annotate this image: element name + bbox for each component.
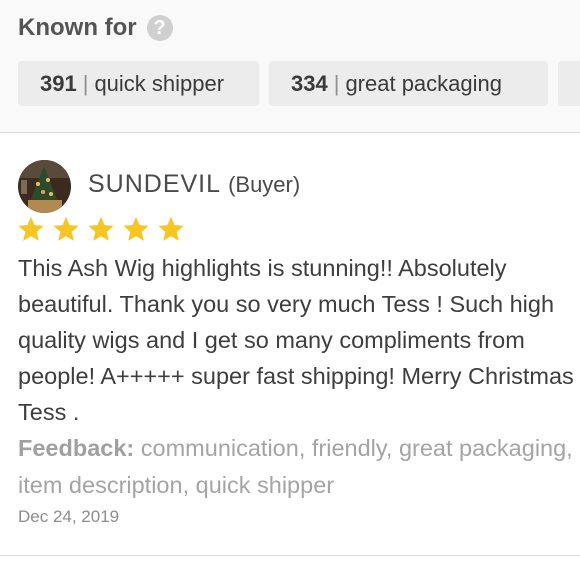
tag-count: 334 — [291, 70, 328, 96]
tag-separator: | — [333, 70, 340, 96]
review-date: Dec 24, 2019 — [18, 507, 120, 526]
section-divider — [0, 132, 580, 133]
star-icon — [18, 216, 44, 241]
star-icon — [53, 216, 79, 241]
reviewer-role: (Buyer) — [228, 172, 301, 197]
review-text: This Ash Wig highlights is stunning!! Ab… — [18, 255, 574, 425]
username[interactable]: SUNDEVIL — [88, 170, 220, 198]
reviewer-name[interactable]: SUNDEVIL (Buyer) — [88, 170, 300, 199]
known-for-tag-partial[interactable] — [558, 61, 580, 106]
known-for-section: Known for ? 391 | quick shipper 334 | gr… — [0, 0, 580, 132]
known-for-title: Known for — [18, 14, 137, 41]
known-for-tag[interactable]: 391 | quick shipper — [18, 61, 259, 106]
review-divider — [0, 555, 580, 556]
feedback-label: Feedback: — [18, 435, 135, 461]
star-icon — [158, 216, 184, 241]
tag-label: great packaging — [345, 70, 502, 96]
tag-count: 391 — [40, 70, 77, 96]
tag-label: quick shipper — [94, 70, 225, 96]
known-for-heading: Known for ? — [18, 14, 173, 42]
feedback-tags: Feedback: communication, friendly, great… — [18, 430, 578, 504]
question-circle-icon[interactable]: ? — [146, 15, 173, 41]
star-icon — [123, 216, 149, 241]
star-icon — [88, 216, 114, 241]
tag-separator: | — [82, 70, 89, 96]
known-for-tag[interactable]: 334 | great packaging — [269, 61, 548, 106]
avatar[interactable] — [18, 160, 71, 213]
star-rating — [17, 215, 192, 243]
